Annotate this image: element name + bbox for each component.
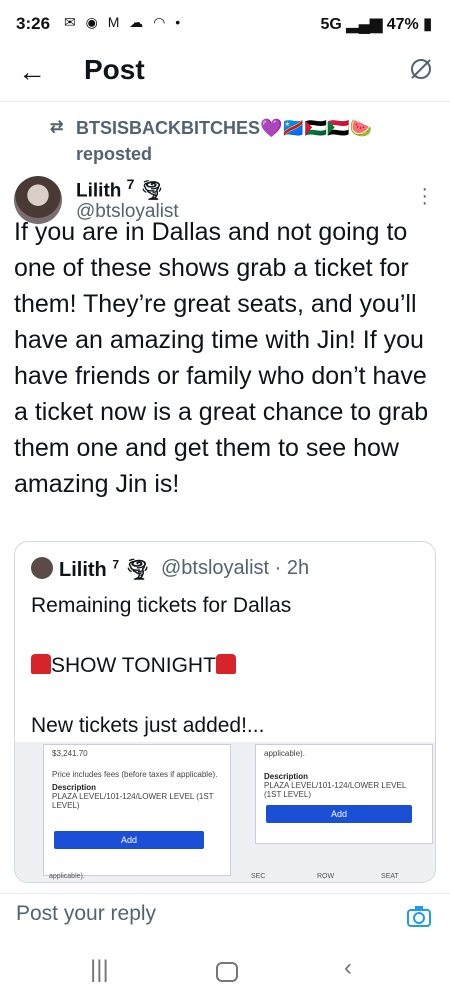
repost-icon: ⇄ <box>50 119 64 136</box>
nav-back-icon[interactable]: ‹ <box>344 954 352 982</box>
status-time: 3:26 <box>16 14 51 33</box>
repost-by[interactable]: BTSISBACKBITCHES💜🇨🇩🇵🇸🇸🇩🍉 <box>76 118 372 138</box>
quote-avatar <box>31 557 53 579</box>
header-divider <box>0 101 450 102</box>
status-right: 5G ▂▄▆ 47% ▮ <box>320 16 432 33</box>
repost-context: ⇄ BTSISBACKBITCHES💜🇨🇩🇵🇸🇸🇩🍉 reposted <box>50 115 420 167</box>
camera-icon[interactable] <box>406 904 432 933</box>
home-icon[interactable] <box>216 962 238 982</box>
top-bar: ← Post <box>0 46 450 102</box>
quote-handle-time: @btsloyalist · 2h <box>161 557 310 579</box>
post-text: If you are in Dallas and not going to on… <box>14 218 429 498</box>
quote-line-2: SHOW TONIGHT <box>51 654 216 677</box>
sec-label: SEC <box>251 873 266 880</box>
notification-icons: ✉ ◉ M ☁ ◠ • <box>64 14 184 30</box>
battery-label: 47% <box>386 16 419 33</box>
ticket-card-1: $3,241.70 Price includes fees (before ta… <box>43 744 231 876</box>
row-label: ROW <box>317 873 335 880</box>
siren-icon <box>215 654 236 674</box>
reply-input[interactable]: Post your reply <box>16 902 156 926</box>
quote-text: Remaining tickets for Dallas SHOW TONIGH… <box>31 591 421 741</box>
status-bar: 3:26 ✉ ◉ M ☁ ◠ • 5G ▂▄▆ 47% ▮ <box>0 0 450 46</box>
reply-bar: Post your reply <box>0 893 450 940</box>
quote-image[interactable]: $3,241.70 Price includes fees (before ta… <box>15 742 435 882</box>
seat-label: SEAT <box>381 873 399 880</box>
quote-author: Lilith 7 🌪 <box>59 557 150 581</box>
quoted-post[interactable]: Lilith 7 🌪 @btsloyalist · 2h Remaining t… <box>14 541 436 883</box>
quote-tornado-icon: 🌪 <box>124 559 150 581</box>
add-button: Add <box>54 831 204 849</box>
tornado-icon: 🌪 <box>139 180 164 202</box>
page-title: Post <box>84 54 145 85</box>
repost-label: reposted <box>76 144 153 164</box>
bottom-note: applicable). <box>49 873 85 880</box>
siren-icon <box>31 654 51 674</box>
more-icon[interactable]: · · · <box>421 179 428 213</box>
add-button: Add <box>266 805 412 823</box>
recent-apps-icon[interactable]: ||| <box>90 956 109 984</box>
ticket-card-2: applicable). Description PLAZA LEVEL/101… <box>255 744 433 844</box>
quote-line-1: Remaining tickets for Dallas <box>31 594 292 617</box>
back-arrow-icon[interactable]: ← <box>18 56 46 88</box>
quote-line-3: New tickets just added!... <box>31 714 265 737</box>
author-name[interactable]: Lilith 7 🌪 <box>76 176 164 202</box>
signal-label: 5G <box>320 16 342 33</box>
grok-icon[interactable] <box>408 56 434 87</box>
android-nav-bar: ||| ‹ <box>0 940 450 1000</box>
author-badge: 7 <box>126 176 135 192</box>
